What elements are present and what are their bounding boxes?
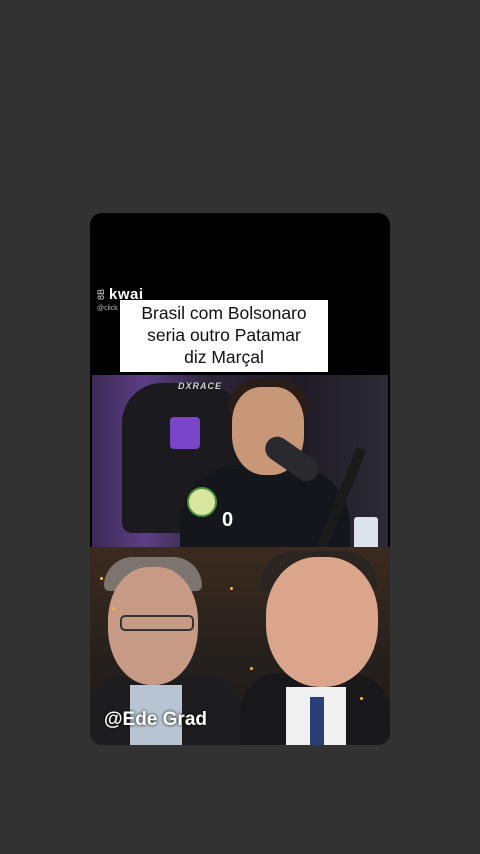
chair-brand-label: DXRACE (178, 381, 223, 391)
studio-video-frame: DXRACE 0 (92, 375, 388, 547)
drink-can (354, 517, 378, 547)
sparkle (230, 587, 233, 590)
shirt-badge (187, 487, 217, 517)
sparkle (360, 697, 363, 700)
caption-line-2: seria outro Patamar (147, 325, 301, 345)
photo-frame: @Ede Grad (90, 547, 390, 745)
glasses (120, 615, 194, 631)
watermark-text: @Ede Grad (104, 709, 207, 730)
caption-line-1: Brasil com Bolsonaro (141, 303, 307, 323)
chair-accent (170, 417, 200, 449)
creator-handle: @click (97, 305, 118, 312)
right-man-head (266, 557, 378, 687)
video-card[interactable]: 8B kwai @click DXRACE 0 Brasil com Bolso… (90, 213, 390, 745)
sparkle (112, 607, 115, 610)
kwai-icon: 8B (96, 288, 106, 300)
shirt-number: 0 (222, 509, 234, 531)
video-caption: Brasil com Bolsonaro seria outro Patamar… (120, 300, 328, 372)
caption-line-3: diz Marçal (184, 347, 264, 367)
sparkle (100, 577, 103, 580)
sparkle (250, 667, 253, 670)
right-man-tie (310, 697, 324, 745)
